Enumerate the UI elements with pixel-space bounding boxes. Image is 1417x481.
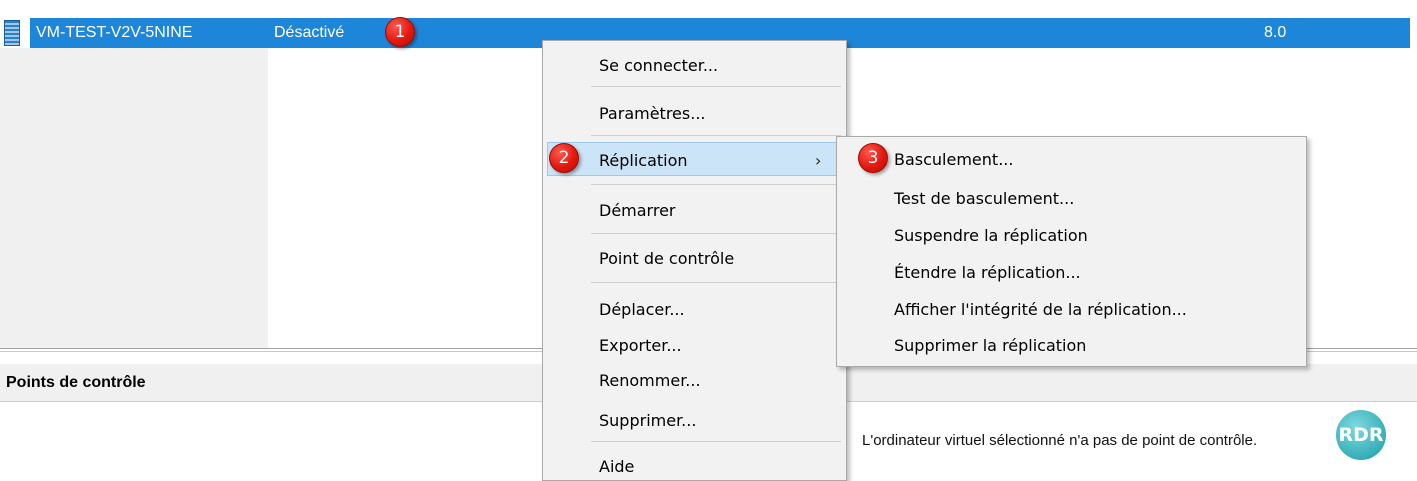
menu-separator xyxy=(591,135,841,136)
menu-separator xyxy=(591,233,841,234)
submenu-item-extend-replication[interactable]: Étendre la réplication... xyxy=(894,263,1081,282)
menu-item-export[interactable]: Exporter... xyxy=(599,336,682,355)
checkpoints-empty-message: L'ordinateur virtuel sélectionné n'a pas… xyxy=(862,432,1258,449)
menu-separator xyxy=(591,282,841,283)
menu-item-connect[interactable]: Se connecter... xyxy=(599,56,718,75)
replication-submenu: Basculement... Test de basculement... Su… xyxy=(836,136,1307,367)
submenu-item-failover[interactable]: Basculement... xyxy=(894,150,1013,169)
vm-context-menu: Se connecter... Paramètres... Réplicatio… xyxy=(542,40,847,481)
menu-item-replication-label: Réplication xyxy=(599,151,688,170)
submenu-item-pause-replication[interactable]: Suspendre la réplication xyxy=(894,226,1088,245)
vm-list-name-column xyxy=(0,48,268,348)
chevron-right-icon: › xyxy=(815,151,822,170)
menu-item-checkpoint[interactable]: Point de contrôle xyxy=(599,249,734,268)
submenu-item-remove-replication[interactable]: Supprimer la réplication xyxy=(894,336,1086,355)
menu-item-delete[interactable]: Supprimer... xyxy=(599,411,696,430)
checkpoints-title: Points de contrôle xyxy=(6,374,146,391)
menu-item-move[interactable]: Déplacer... xyxy=(599,300,685,319)
step-badge-2: 2 xyxy=(549,143,579,173)
step-badge-1: 1 xyxy=(385,17,415,47)
vm-name: VM-TEST-V2V-5NINE xyxy=(36,24,193,41)
step-badge-3: 3 xyxy=(858,143,888,173)
menu-item-rename[interactable]: Renommer... xyxy=(599,371,701,390)
vm-state: Désactivé xyxy=(274,24,345,41)
menu-item-replication[interactable] xyxy=(547,142,841,176)
menu-item-help[interactable]: Aide xyxy=(599,457,634,476)
menu-item-settings[interactable]: Paramètres... xyxy=(599,104,705,123)
menu-separator xyxy=(591,86,841,87)
submenu-item-test-failover[interactable]: Test de basculement... xyxy=(894,189,1074,208)
menu-item-start[interactable]: Démarrer xyxy=(599,201,676,220)
menu-separator xyxy=(591,441,841,442)
vm-version: 8.0 xyxy=(1264,24,1287,41)
menu-separator xyxy=(591,184,841,185)
virtual-machine-icon xyxy=(4,20,20,46)
rdr-logo: RDR xyxy=(1336,410,1386,460)
submenu-item-view-replication-health[interactable]: Afficher l'intégrité de la réplication..… xyxy=(894,300,1187,319)
